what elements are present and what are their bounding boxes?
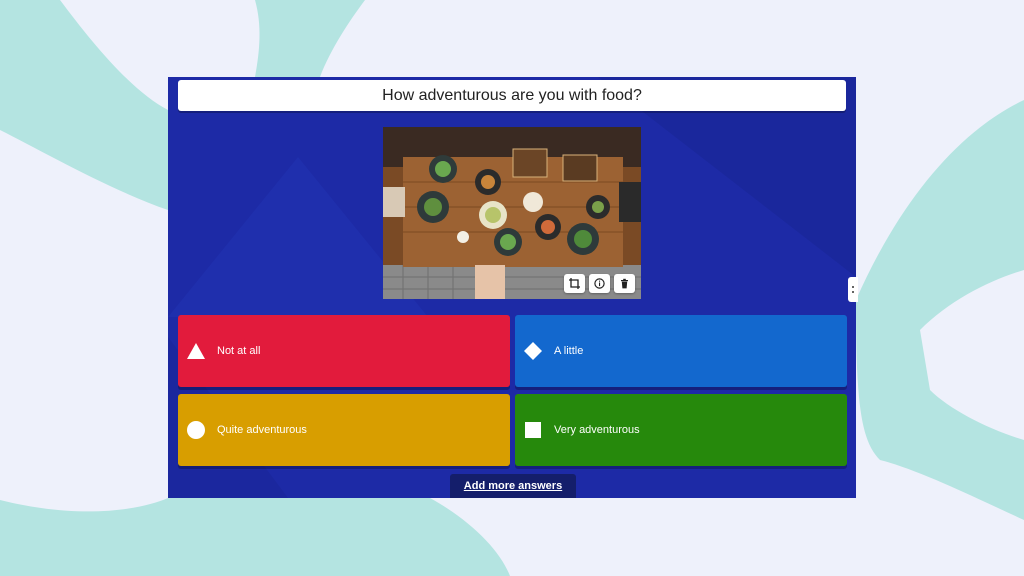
- answer-3[interactable]: Quite adventurous: [178, 394, 510, 466]
- question-editor: How adventurous are you with food? Not a…: [168, 77, 856, 498]
- crop-image-button[interactable]: [564, 274, 585, 293]
- question-image[interactable]: [383, 127, 641, 299]
- triangle-icon: [187, 342, 205, 360]
- crop-icon: [569, 278, 580, 289]
- side-panel-handle[interactable]: [848, 277, 858, 302]
- info-icon: [594, 278, 605, 289]
- answer-1-label: Not at all: [217, 345, 261, 357]
- question-input[interactable]: How adventurous are you with food?: [178, 80, 846, 111]
- answer-1[interactable]: Not at all: [178, 315, 510, 387]
- answer-2[interactable]: A little: [515, 315, 847, 387]
- handle-dot: [852, 291, 854, 293]
- image-info-button[interactable]: [589, 274, 610, 293]
- answer-3-label: Quite adventurous: [217, 424, 307, 436]
- answer-4[interactable]: Very adventurous: [515, 394, 847, 466]
- trash-icon: [621, 278, 628, 289]
- square-icon: [524, 421, 542, 439]
- circle-icon: [187, 421, 205, 439]
- add-more-answers-label: Add more answers: [463, 480, 563, 492]
- answer-4-label: Very adventurous: [554, 424, 640, 436]
- handle-dot: [852, 286, 854, 288]
- answer-2-label: A little: [554, 345, 584, 357]
- diamond-icon: [524, 342, 542, 360]
- question-text: How adventurous are you with food?: [382, 86, 642, 104]
- add-more-answers-button[interactable]: Add more answers: [450, 474, 576, 498]
- delete-image-button[interactable]: [614, 274, 635, 293]
